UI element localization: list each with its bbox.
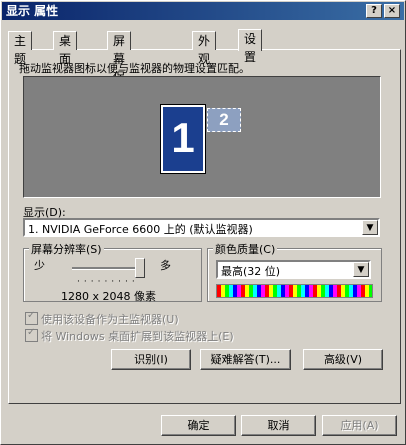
title-bar[interactable]: 显示 属性 ? × — [2, 2, 404, 20]
troubleshoot-button[interactable]: 疑难解答(T)... — [200, 349, 291, 370]
tab-appearance[interactable]: 外观 — [192, 31, 217, 66]
display-properties-window: 显示 属性 ? × 主题 桌面 屏幕保护程序 外观 设置 拖动监视器图标以便与监… — [0, 0, 406, 445]
identify-button[interactable]: 识别(I) — [111, 349, 191, 370]
primary-monitor-checkbox[interactable] — [25, 310, 38, 325]
resolution-slider-ticks: ········· — [77, 277, 139, 287]
tab-screensaver[interactable]: 屏幕保护程序 — [107, 31, 132, 138]
resolution-slider-track[interactable] — [72, 267, 142, 270]
color-quality-group-label: 颜色质量(C) — [213, 241, 278, 257]
resolution-slider-thumb[interactable] — [135, 258, 145, 278]
display-select[interactable]: 1. NVIDIA GeForce 6600 上的 (默认监视器) ▼ — [23, 218, 380, 237]
primary-monitor-checkbox-label: 使用该设备作为主监视器(U) — [41, 313, 179, 326]
extend-desktop-checkbox[interactable] — [25, 327, 38, 342]
tab-desktop[interactable]: 桌面 — [53, 31, 78, 66]
chevron-down-icon[interactable]: ▼ — [362, 220, 378, 235]
help-button[interactable]: ? — [366, 4, 382, 18]
advanced-button[interactable]: 高级(V) — [303, 349, 383, 370]
chevron-down-icon[interactable]: ▼ — [353, 262, 369, 277]
resolution-value: 1280 x 2048 像素 — [61, 290, 156, 303]
display-select-value: 1. NVIDIA GeForce 6600 上的 (默认监视器) — [28, 223, 253, 236]
tab-settings[interactable]: 设置 — [238, 29, 263, 64]
apply-button[interactable]: 应用(A) — [322, 415, 397, 436]
color-quality-value: 最高(32 位) — [221, 265, 281, 278]
monitor-instruction: 拖动监视器图标以便与监视器的物理设置匹配。 — [19, 62, 250, 75]
resolution-group-label: 屏幕分辨率(S) — [29, 241, 104, 257]
close-button[interactable]: × — [384, 4, 400, 18]
window-title: 显示 属性 — [6, 4, 59, 18]
cancel-button[interactable]: 取消 — [241, 415, 316, 436]
color-spectrum-bar — [216, 284, 373, 298]
tab-themes[interactable]: 主题 — [8, 31, 33, 66]
ok-button[interactable]: 确定 — [161, 415, 236, 436]
resolution-less-label: 少 — [34, 259, 45, 272]
extend-desktop-checkbox-label: 将 Windows 桌面扩展到该监视器上(E) — [41, 330, 234, 343]
monitor-2-icon[interactable]: 2 — [207, 108, 241, 132]
resolution-more-label: 多 — [160, 259, 171, 272]
color-quality-select[interactable]: 最高(32 位) ▼ — [216, 260, 371, 279]
monitor-1-icon[interactable]: 1 — [160, 104, 206, 174]
